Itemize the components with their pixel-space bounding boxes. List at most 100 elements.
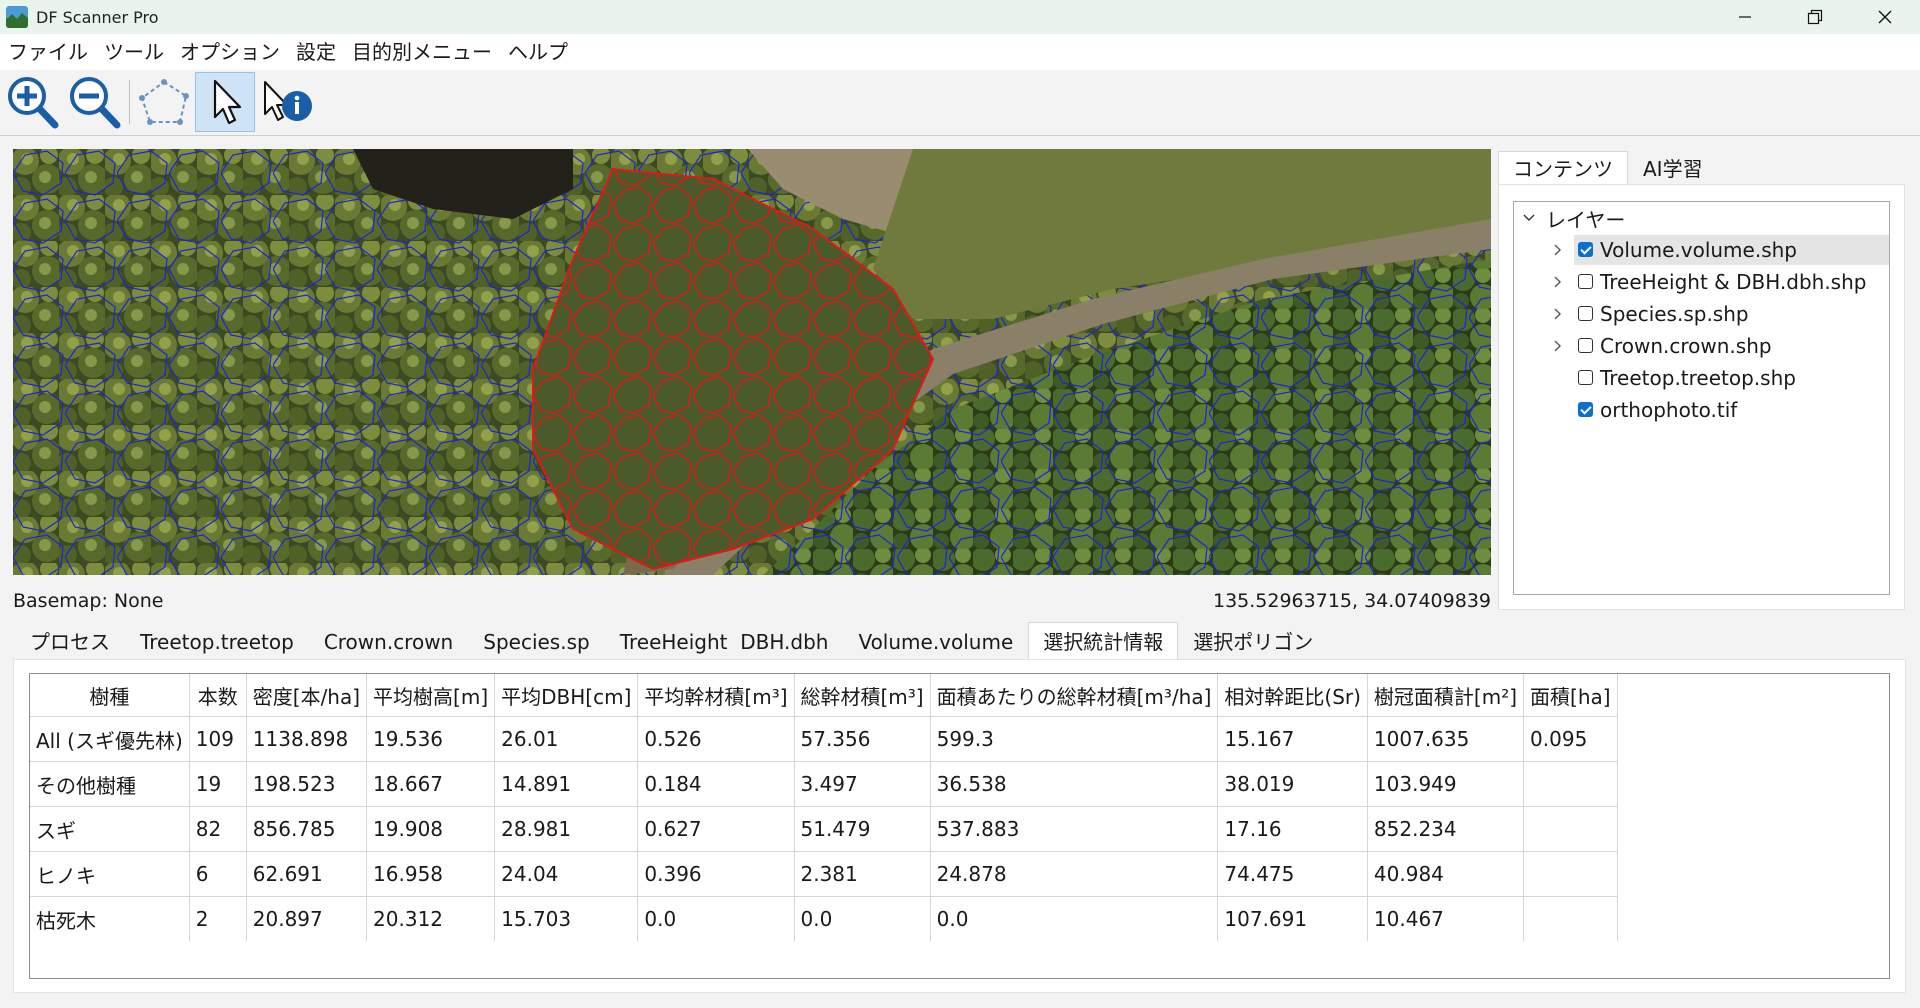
bottom-tab[interactable]: 選択統計情報 (1028, 622, 1179, 660)
zoom-in-icon (8, 77, 59, 129)
table-cell: 26.01 (494, 716, 639, 762)
bottom-tab[interactable]: 選択ポリゴン (1178, 622, 1328, 660)
table-cell: 107.691 (1217, 896, 1368, 941)
table-row[interactable]: その他樹種 19 198.523 18.667 14.891 0.184 3.497 36.5… (30, 761, 1618, 807)
layer-visibility-checkbox[interactable] (1578, 402, 1593, 417)
layer-name: orthophoto.tif (1600, 398, 1738, 422)
layer-visibility-checkbox[interactable] (1578, 274, 1593, 289)
table-cell: 0.095 (1523, 716, 1618, 762)
toolbar-separator (129, 80, 130, 124)
stats-table-frame: 樹種 本数 密度[本/ha] 平均樹高[m] 平均DBH[cm] 平均幹材積[m³] 総幹材… (29, 673, 1890, 979)
tab-ai-learning[interactable]: AI学習 (1628, 151, 1718, 187)
menu-file[interactable]: ファイル (0, 34, 96, 70)
table-cell: All (スギ優先林) (30, 716, 190, 762)
minimize-button[interactable] (1710, 0, 1780, 34)
table-cell: 51.479 (794, 806, 931, 852)
zoom-in-button[interactable] (3, 72, 63, 132)
layer-item[interactable]: Treetop.treetop.shp (1514, 363, 1889, 393)
table-cell: 852.234 (1367, 806, 1525, 852)
column-header[interactable]: 総幹材積[m³] (794, 674, 931, 717)
contents-panel: レイヤー Volume.volume.shp TreeHeight & DBH.d… (1498, 184, 1905, 610)
chevron-right-icon[interactable] (1550, 275, 1564, 289)
layer-item[interactable]: Species.sp.shp (1514, 299, 1889, 329)
tree-root-layers[interactable]: レイヤー (1514, 203, 1889, 233)
layer-visibility-checkbox[interactable] (1578, 338, 1593, 353)
menu-purpose[interactable]: 目的別メニュー (344, 34, 500, 70)
minimize-icon (1739, 16, 1751, 18)
tab-contents[interactable]: コンテンツ (1498, 151, 1628, 187)
column-header[interactable]: 平均樹高[m] (366, 674, 496, 717)
zoom-out-icon (70, 77, 121, 129)
tree-root-label: レイヤー (1546, 207, 1626, 232)
column-header[interactable]: 樹種 (30, 674, 190, 717)
layer-name: Crown.crown.shp (1600, 334, 1772, 358)
table-cell (1523, 896, 1618, 941)
chevron-right-icon[interactable] (1550, 339, 1564, 353)
bottom-tab[interactable]: Crown.crown (309, 622, 468, 660)
table-row[interactable]: All (スギ優先林) 109 1138.898 19.536 26.01 0.526 57… (30, 716, 1618, 762)
table-row[interactable]: 枯死木 2 20.897 20.312 15.703 0.0 0.0 0.0 107.691 10… (30, 896, 1618, 941)
restore-button[interactable] (1780, 0, 1850, 34)
layer-item[interactable]: Volume.volume.shp (1514, 235, 1889, 265)
table-row[interactable]: ヒノキ 6 62.691 16.958 24.04 0.396 2.381 24.878 74.… (30, 851, 1618, 897)
column-header[interactable]: 相対幹距比(Sr) (1217, 674, 1368, 717)
column-header[interactable]: 密度[本/ha] (246, 674, 368, 717)
zoom-out-button[interactable] (65, 72, 125, 132)
table-cell: 16.958 (366, 851, 496, 897)
menu-help[interactable]: ヘルプ (500, 34, 576, 70)
layer-item[interactable]: Crown.crown.shp (1514, 331, 1889, 361)
polygon-icon (139, 79, 189, 125)
table-cell: 19.908 (366, 806, 496, 852)
table-cell: 20.312 (366, 896, 496, 941)
table-cell: 19 (189, 761, 247, 807)
table-cell (1523, 851, 1618, 897)
chevron-right-icon[interactable] (1550, 243, 1564, 257)
table-cell: 14.891 (494, 761, 639, 807)
bottom-tab[interactable]: TreeHeight DBH.dbh (605, 622, 844, 660)
layer-item[interactable]: TreeHeight & DBH.dbh.shp (1514, 267, 1889, 297)
stats-table: 樹種 本数 密度[本/ha] 平均樹高[m] 平均DBH[cm] 平均幹材積[m³] 総幹材… (30, 674, 1618, 941)
table-cell: 38.019 (1217, 761, 1368, 807)
menu-tools[interactable]: ツール (96, 34, 172, 70)
table-cell: 0.0 (930, 896, 1219, 941)
chevron-right-icon[interactable] (1550, 307, 1564, 321)
column-header[interactable]: 樹冠面積計[m²] (1367, 674, 1525, 717)
table-header-row: 樹種 本数 密度[本/ha] 平均樹高[m] 平均DBH[cm] 平均幹材積[m³] 総幹材… (30, 674, 1618, 717)
identify-button[interactable] (257, 72, 317, 132)
menu-settings[interactable]: 設定 (288, 34, 344, 70)
table-cell: 0.0 (637, 896, 795, 941)
table-cell (1523, 806, 1618, 852)
layer-visibility-checkbox[interactable] (1578, 370, 1593, 385)
menu-options[interactable]: オプション (172, 34, 288, 70)
bottom-tab[interactable]: Treetop.treetop (125, 622, 309, 660)
table-cell: 17.16 (1217, 806, 1368, 852)
table-cell: 74.475 (1217, 851, 1368, 897)
stats-panel: 樹種 本数 密度[本/ha] 平均樹高[m] 平均DBH[cm] 平均幹材積[m³] 総幹材… (13, 659, 1906, 993)
polygon-select-button[interactable] (134, 72, 194, 132)
column-header[interactable]: 平均幹材積[m³] (637, 674, 795, 717)
chevron-down-icon[interactable] (1522, 211, 1536, 225)
column-header[interactable]: 面積あたりの総幹材積[m³/ha] (930, 674, 1219, 717)
map-view[interactable] (13, 149, 1491, 575)
bottom-tab[interactable]: Species.sp (468, 622, 604, 660)
table-cell: 0.396 (637, 851, 795, 897)
column-header[interactable]: 本数 (189, 674, 247, 717)
table-cell: 1138.898 (246, 716, 368, 762)
layer-name: Species.sp.shp (1600, 302, 1749, 326)
column-header[interactable]: 平均DBH[cm] (494, 674, 639, 717)
table-cell: スギ (30, 806, 190, 852)
pointer-button[interactable] (195, 72, 255, 132)
bottom-tab[interactable]: Volume.volume (843, 622, 1028, 660)
table-row[interactable]: スギ 82 856.785 19.908 28.981 0.627 51.479 537.88… (30, 806, 1618, 852)
close-icon (1878, 10, 1892, 24)
close-button[interactable] (1850, 0, 1920, 34)
layer-visibility-checkbox[interactable] (1578, 242, 1593, 257)
layer-visibility-checkbox[interactable] (1578, 306, 1593, 321)
restore-icon (1807, 9, 1823, 25)
table-cell: 18.667 (366, 761, 496, 807)
layer-item[interactable]: orthophoto.tif (1514, 395, 1889, 425)
bottom-tab[interactable]: プロセス (15, 622, 125, 660)
column-header[interactable]: 面積[ha] (1523, 674, 1618, 717)
table-cell: 36.538 (930, 761, 1219, 807)
coordinate-readout: 135.52963715, 34.07409839 (1212, 590, 1491, 612)
